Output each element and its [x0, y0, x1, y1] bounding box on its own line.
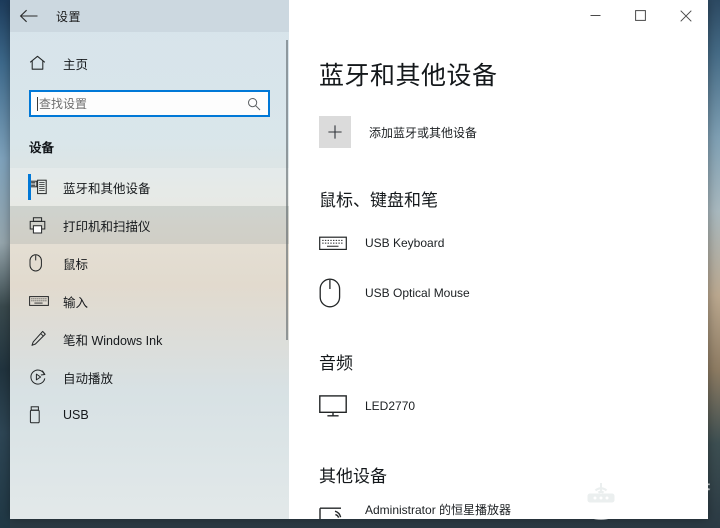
usb-icon: [29, 406, 53, 424]
sidebar-item-bluetooth[interactable]: 蓝牙和其他设备: [10, 168, 289, 206]
device-name: USB Optical Mouse: [365, 285, 470, 300]
section-title: 其他设备: [319, 467, 387, 486]
section-title: 鼠标、键盘和笔: [319, 191, 438, 210]
sidebar-item-label: USB: [63, 408, 89, 422]
sidebar-group-header: 设备: [29, 141, 55, 155]
mouse-icon: [29, 254, 53, 272]
sidebar-home-label: 主页: [63, 57, 89, 72]
maximize-button[interactable]: [618, 0, 663, 31]
device-texts: LED2770: [365, 399, 415, 414]
device-row[interactable]: Administrator 的恒星播放器 未连接: [319, 501, 708, 519]
device-texts: USB Optical Mouse: [365, 286, 470, 301]
search-caret: [37, 96, 38, 111]
pen-icon: [29, 330, 53, 348]
title-bar-left: 设置: [10, 0, 289, 32]
keyboard-icon: [29, 295, 53, 307]
monitor-icon: [319, 395, 355, 417]
minimize-button[interactable]: [573, 0, 618, 31]
sidebar-item-label: 蓝牙和其他设备: [63, 181, 151, 196]
mouse-icon: [319, 278, 355, 308]
section-title: 音频: [319, 354, 353, 373]
device-name: Administrator 的恒星播放器: [365, 503, 512, 517]
settings-window: 设置 主页 查找设置 设备 蓝牙和其他设备 打印机和扫描仪 鼠标 输入 笔和 W…: [10, 0, 708, 519]
sidebar-scrollbar-thumb[interactable]: [286, 40, 288, 340]
device-row[interactable]: USB Keyboard: [319, 225, 708, 261]
back-button[interactable]: [10, 0, 48, 32]
sidebar-item-label: 自动播放: [63, 371, 114, 386]
autoplay-icon: [29, 368, 53, 386]
bluetooth-device-icon: [29, 179, 53, 195]
device-row[interactable]: USB Optical Mouse: [319, 275, 708, 311]
maximize-icon: [635, 10, 646, 21]
home-icon: [29, 55, 51, 71]
sidebar-item-pen-windows-ink[interactable]: 笔和 Windows Ink: [10, 320, 289, 358]
device-name: LED2770: [365, 398, 416, 413]
page-title: 蓝牙和其他设备: [319, 62, 498, 90]
search-placeholder: 查找设置: [39, 97, 88, 111]
printer-icon: [29, 216, 53, 234]
sidebar-item-usb[interactable]: USB: [10, 396, 289, 434]
cast-device-icon: [319, 507, 355, 519]
plus-icon: [319, 116, 351, 148]
window-controls: [289, 0, 708, 32]
sidebar-item-label: 鼠标: [63, 257, 89, 272]
sidebar-item-label: 输入: [63, 295, 89, 310]
sidebar-item-home[interactable]: 主页: [10, 46, 289, 80]
sidebar-item-printers[interactable]: 打印机和扫描仪: [10, 206, 289, 244]
sidebar-item-typing[interactable]: 输入: [10, 282, 289, 320]
desktop-background: 设置 主页 查找设置 设备 蓝牙和其他设备 打印机和扫描仪 鼠标 输入 笔和 W…: [0, 0, 720, 528]
device-name: USB Keyboard: [365, 235, 445, 250]
sidebar-nav-list: 蓝牙和其他设备 打印机和扫描仪 鼠标 输入 笔和 Windows Ink 自动播…: [10, 168, 289, 434]
desktop-wallpaper-strip: [0, 0, 10, 528]
search-icon[interactable]: [247, 97, 261, 111]
keyboard-icon: [319, 234, 355, 252]
minimize-icon: [590, 15, 601, 16]
add-device-label: 添加蓝牙或其他设备: [369, 125, 478, 140]
device-texts: USB Keyboard: [365, 236, 444, 251]
main-content: 蓝牙和其他设备 添加蓝牙或其他设备 鼠标、键盘和笔 USB Keyboard U…: [289, 32, 708, 519]
add-device-button[interactable]: 添加蓝牙或其他设备: [319, 116, 708, 148]
sidebar: 主页 查找设置 设备 蓝牙和其他设备 打印机和扫描仪 鼠标 输入 笔和 Wind…: [10, 32, 289, 519]
sidebar-item-autoplay[interactable]: 自动播放: [10, 358, 289, 396]
back-arrow-icon: [19, 9, 38, 23]
close-button[interactable]: [663, 0, 708, 31]
close-icon: [679, 9, 692, 22]
sidebar-item-mouse[interactable]: 鼠标: [10, 244, 289, 282]
device-row[interactable]: LED2770: [319, 388, 708, 424]
sidebar-item-label: 打印机和扫描仪: [63, 219, 151, 234]
search-box[interactable]: 查找设置: [29, 90, 270, 117]
sidebar-item-label: 笔和 Windows Ink: [63, 333, 163, 348]
device-texts: Administrator 的恒星播放器 未连接: [365, 503, 511, 519]
window-title: 设置: [56, 9, 82, 24]
title-bar: 设置: [10, 0, 708, 32]
